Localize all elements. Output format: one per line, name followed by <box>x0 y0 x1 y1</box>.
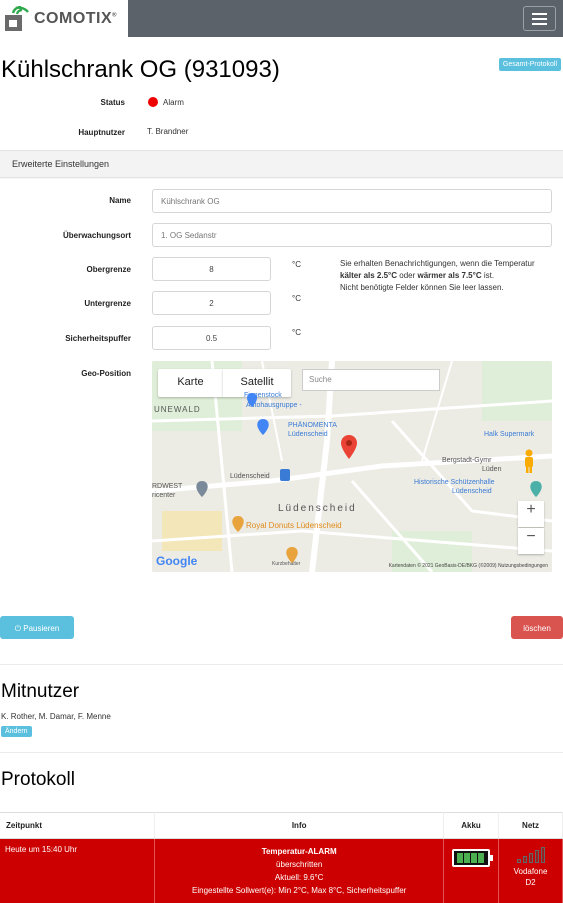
protokoll-title: Protokoll <box>1 769 75 791</box>
battery-full-icon <box>452 849 490 867</box>
geo-position-label: Geo-Position <box>31 369 131 378</box>
mitnutzer-names: K. Rother, M. Damar, F. Menne <box>1 712 111 721</box>
historische-pin-icon <box>530 481 542 497</box>
map-label-phanomenta: PHÄNOMENTA <box>288 422 337 429</box>
map-label-unewald: UNEWALD <box>154 405 201 414</box>
menu-toggle-button[interactable] <box>523 6 556 31</box>
map-label-ludenscheid: Lüdenscheid <box>278 503 357 514</box>
status-value: Alarm <box>163 98 184 107</box>
map-label-nordwest-2: ricenter <box>152 492 175 499</box>
ort-label: Überwachungsort <box>31 231 131 240</box>
signal-strength-icon <box>517 845 545 863</box>
train-station-icon <box>280 469 290 481</box>
sicherheitspuffer-label: Sicherheitspuffer <box>31 334 131 343</box>
map-label-royal-donuts: Royal Donuts Lüdenscheid <box>246 521 342 530</box>
map-label-historische: Historische Schützenhalle <box>414 479 495 486</box>
location-pin-icon[interactable] <box>341 435 357 459</box>
map-label-bergstadt-2: Lüden <box>482 466 501 473</box>
map-label-historische-2: Lüdenscheid <box>452 488 492 495</box>
map-tab-karte[interactable]: Karte <box>158 369 223 397</box>
obergrenze-input[interactable]: 8 <box>152 257 271 281</box>
cell-info: Temperatur-ALARM überschritten Aktuell: … <box>155 839 444 903</box>
status-alarm-dot-icon <box>148 97 158 107</box>
royal-donuts-pin-icon <box>232 516 244 532</box>
zoom-out-button[interactable]: − <box>518 528 544 554</box>
gesamt-protokoll-button[interactable]: Gesamt-Protokoll <box>499 58 561 71</box>
map-footer-attribution[interactable]: Kartendaten © 2021 GeoBasis-DE/BKG (©200… <box>152 561 552 572</box>
brand-name: COMOTIX® <box>34 10 117 28</box>
map-label-halk: Halk Supermark <box>484 431 534 438</box>
cell-akku <box>444 839 499 903</box>
untergrenze-unit: °C <box>292 294 301 303</box>
map-search-input[interactable]: Suche <box>302 369 440 391</box>
untergrenze-label: Untergrenze <box>31 299 131 308</box>
top-navbar: COMOTIX® <box>0 0 563 37</box>
obergrenze-label: Obergrenze <box>31 265 131 274</box>
column-header-zeitpunkt: Zeitpunkt <box>0 813 155 839</box>
brand-logo[interactable]: COMOTIX® <box>0 0 128 37</box>
column-header-netz: Netz <box>499 813 563 839</box>
street-view-pegman-icon[interactable] <box>522 449 536 473</box>
sicherheitspuffer-unit: °C <box>292 328 301 337</box>
map-label-ludenscheid-small: Lüdenscheid <box>230 473 270 480</box>
status-label: Status <box>60 98 125 107</box>
hauptnutzer-label: Hauptnutzer <box>40 128 125 137</box>
poi-gray-pin-icon <box>196 481 208 497</box>
map-label-phanomenta-2: Lüdenscheid <box>288 431 328 438</box>
pause-button[interactable]: ⏻ Pausieren <box>0 616 74 639</box>
divider <box>0 752 563 753</box>
cell-zeitpunkt: Heute um 15:40 Uhr <box>0 839 155 903</box>
column-header-info: Info <box>155 813 444 839</box>
power-icon: ⏻ <box>15 624 21 633</box>
name-input[interactable]: Kühlschrank OG <box>152 189 552 213</box>
table-row[interactable]: Heute um 15:40 Uhr Temperatur-ALARM über… <box>0 839 563 903</box>
cell-netz: Vodafone D2 <box>499 839 563 903</box>
map-label-nordwest: RDWEST <box>152 483 182 490</box>
name-label: Name <box>31 196 131 205</box>
phanomenta-pin-icon <box>257 419 269 435</box>
andern-button[interactable]: Ändern <box>1 726 32 737</box>
column-header-akku: Akku <box>444 813 499 839</box>
divider <box>0 664 563 665</box>
delete-button[interactable]: löschen <box>511 616 563 639</box>
protokoll-table: Zeitpunkt Info Akku Netz Heute um 15:40 … <box>0 812 563 903</box>
page-title: Kühlschrank OG (931093) <box>1 56 280 84</box>
ueberwachungsort-input[interactable]: 1. OG Sedanstr <box>152 223 552 247</box>
threshold-hint-text: Sie erhalten Benachrichtigungen, wenn di… <box>340 258 550 294</box>
mitnutzer-title: Mitnutzer <box>1 681 79 703</box>
geo-map[interactable]: Karte Satellit Suche UNEWALD Fiegenstock… <box>152 361 552 572</box>
zoom-in-button[interactable]: + <box>518 501 544 527</box>
hamburger-icon <box>532 13 547 15</box>
comotix-logo-icon <box>4 6 30 32</box>
untergrenze-input[interactable]: 2 <box>152 291 271 315</box>
map-label-bergstadt: Bergstadt-Gymr <box>442 457 491 464</box>
settings-panel-heading: Erweiterte Einstellungen <box>0 151 563 178</box>
sicherheitspuffer-input[interactable]: 0.5 <box>152 326 271 350</box>
hauptnutzer-value: T. Brandner <box>147 127 188 136</box>
obergrenze-unit: °C <box>292 260 301 269</box>
poi-pin-icon <box>247 393 257 407</box>
